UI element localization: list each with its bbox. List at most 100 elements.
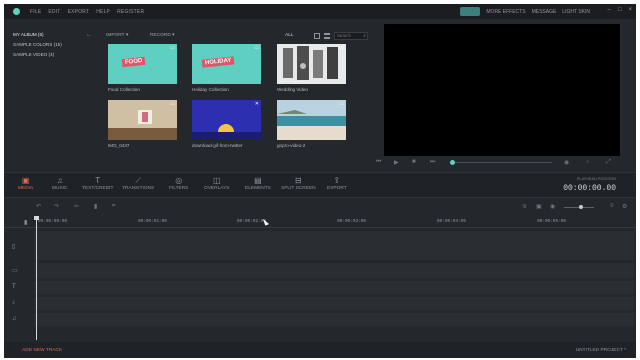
ruler-tick: 00:00:04:00: [437, 219, 466, 224]
ruler-tick: 00:00:03:00: [337, 219, 366, 224]
overlay-track-icon: ▭: [12, 268, 18, 274]
timeline-toolbar: ↶ ↷ ✂ ▮ ⌗ ≋ ▣ ◉ ≡ ⚙: [4, 200, 636, 214]
video-track-1[interactable]: [34, 231, 634, 261]
album-item-sample-colors[interactable]: SAMPLE COLORS (15): [13, 42, 82, 47]
timeline-ruler[interactable]: ▮ 00:00:00:00 00:00:01:00 00:00:02:00 00…: [4, 216, 636, 228]
media-caption: download-gif-from-twitter: [192, 143, 243, 148]
minimize-icon[interactable]: –: [608, 7, 611, 13]
scrubber-handle[interactable]: [450, 160, 455, 165]
window-controls: – □ ×: [608, 7, 632, 13]
search-input[interactable]: Search ⌕: [334, 32, 368, 40]
tool-music[interactable]: ♫ MUSIC: [52, 176, 67, 191]
media-thumb-food[interactable]: FOOD ▭: [108, 44, 177, 84]
close-icon[interactable]: ×: [628, 7, 632, 13]
video-track-icon: ▯: [12, 244, 16, 250]
menu-lines-icon[interactable]: ≡: [610, 203, 614, 209]
tool-label: ELEMENTS: [245, 186, 271, 191]
menu-register[interactable]: REGISTER: [117, 9, 144, 15]
fullscreen-icon[interactable]: ⤢: [606, 159, 611, 166]
tool-text-credit[interactable]: T TEXT/CREDIT: [82, 176, 113, 191]
grid-view-icon[interactable]: [314, 33, 320, 39]
playhead-line[interactable]: [36, 218, 37, 340]
media-thumb-gopro[interactable]: ▭: [277, 100, 346, 140]
text-icon: T: [95, 176, 101, 185]
media-icon: ▣: [21, 176, 30, 185]
delete-icon[interactable]: ▮: [94, 203, 97, 210]
search-placeholder: Search: [337, 33, 351, 38]
playhead-timecode: 00:00:00.00: [563, 184, 616, 193]
filter-all[interactable]: ALL: [285, 33, 294, 38]
next-frame-icon[interactable]: ⏭: [430, 159, 435, 166]
preview-screen: [384, 24, 620, 156]
preview-controls: ⏮ ▶ ■ ⏭ ◉ ♪ ⤢: [374, 156, 636, 170]
volume-icon[interactable]: ♪: [586, 159, 589, 165]
tool-label: EXPORT: [327, 186, 347, 191]
more-effects-link[interactable]: MORE EFFECTS: [486, 9, 525, 15]
tool-elements[interactable]: ▤ ELEMENTS: [245, 176, 271, 191]
ruler-tick: 00:00:02:00: [237, 219, 266, 224]
search-icon: ⌕: [363, 33, 366, 39]
media-thumb-img0437[interactable]: ▭: [108, 100, 177, 140]
menu-help[interactable]: HELP: [96, 9, 110, 15]
thumb-banner-food: FOOD: [121, 56, 146, 68]
ruler-tick: 00:00:01:00: [138, 219, 167, 224]
add-new-track-button[interactable]: ADD NEW TRACK: [22, 348, 62, 353]
maximize-icon[interactable]: □: [618, 7, 622, 13]
settings-icon[interactable]: ⚙: [622, 203, 627, 210]
menu-export[interactable]: EXPORT: [68, 9, 90, 15]
lock-icon[interactable]: ▮: [24, 219, 27, 226]
video-badge-icon: ▭: [339, 101, 344, 107]
tool-transitions[interactable]: ⟋ TRANSITIONS: [122, 176, 154, 191]
tool-filters[interactable]: ◎ FILTERS: [169, 176, 188, 191]
preview-scrubber[interactable]: [452, 162, 552, 163]
video-badge-icon: ▭: [254, 45, 259, 51]
tool-label: TEXT/CREDIT: [82, 186, 114, 191]
mark-icon[interactable]: ▣: [536, 203, 542, 210]
audio-track-2[interactable]: [34, 313, 634, 327]
gopro-thumb-image: [277, 100, 346, 140]
prev-frame-icon[interactable]: ⏮: [376, 159, 381, 166]
gif-thumb-image: [192, 100, 261, 140]
message-link[interactable]: MESSAGE: [532, 9, 557, 15]
undo-icon[interactable]: ↶: [36, 203, 41, 210]
video-badge-icon: ▭: [339, 45, 344, 51]
play-icon[interactable]: ▶: [394, 159, 399, 166]
audio-track-1[interactable]: [34, 297, 634, 311]
media-thumb-download-gif[interactable]: ✕: [192, 100, 261, 140]
tool-export[interactable]: ⇪ EXPORT: [327, 176, 347, 191]
audio-mixer-icon[interactable]: ≋: [522, 203, 527, 210]
text-track[interactable]: [34, 281, 634, 295]
media-thumb-holiday[interactable]: HOLIDAY ▭: [192, 44, 261, 84]
menu-file[interactable]: FILE: [30, 9, 41, 15]
record-dropdown[interactable]: RECORD ▾: [150, 33, 175, 38]
media-thumb-wedding[interactable]: ▭: [277, 44, 346, 84]
cut-icon[interactable]: ✂: [74, 203, 79, 210]
snapshot-icon[interactable]: ◉: [564, 159, 569, 166]
redo-icon[interactable]: ↷: [54, 203, 59, 210]
video-track-2[interactable]: [34, 263, 634, 279]
thumb-banner-holiday: HOLIDAY: [201, 56, 235, 68]
crop-icon[interactable]: ⌗: [112, 203, 115, 210]
app-window: FILE EDIT EXPORT HELP REGISTER MORE EFFE…: [4, 4, 636, 358]
tool-overlays[interactable]: ◫ OVERLAYS: [204, 176, 230, 191]
voiceover-icon[interactable]: ◉: [550, 203, 555, 210]
ruler-tick: 00:00:00:00: [38, 219, 67, 224]
stop-icon[interactable]: ■: [412, 159, 416, 165]
zoom-handle[interactable]: [579, 205, 583, 209]
tool-media[interactable]: ▣ MEDIA: [18, 176, 33, 191]
tool-split-screen[interactable]: ⊟ SPLIT SCREEN: [281, 176, 316, 191]
list-view-icon[interactable]: [324, 33, 330, 39]
timeline-tracks: ▯ ▭ T ♪ ♫: [4, 229, 636, 341]
image-badge-icon: ▭: [170, 101, 175, 107]
gif-badge-icon: ✕: [254, 101, 259, 107]
back-arrow-icon[interactable]: ←: [86, 32, 92, 38]
album-item-my-album[interactable]: MY ALBUM (6): [13, 32, 82, 37]
light-skin-toggle[interactable]: LIGHT SKIN: [562, 9, 590, 15]
media-caption: Holiday Collection: [192, 87, 229, 92]
top-pill-button[interactable]: [460, 7, 481, 16]
album-item-sample-video[interactable]: SAMPLE VIDEO (3): [13, 52, 82, 57]
overlays-icon: ◫: [212, 176, 221, 185]
menu-edit[interactable]: EDIT: [48, 9, 60, 15]
tool-label: MUSIC: [52, 186, 68, 191]
import-dropdown[interactable]: IMPORT ▾: [106, 33, 128, 38]
